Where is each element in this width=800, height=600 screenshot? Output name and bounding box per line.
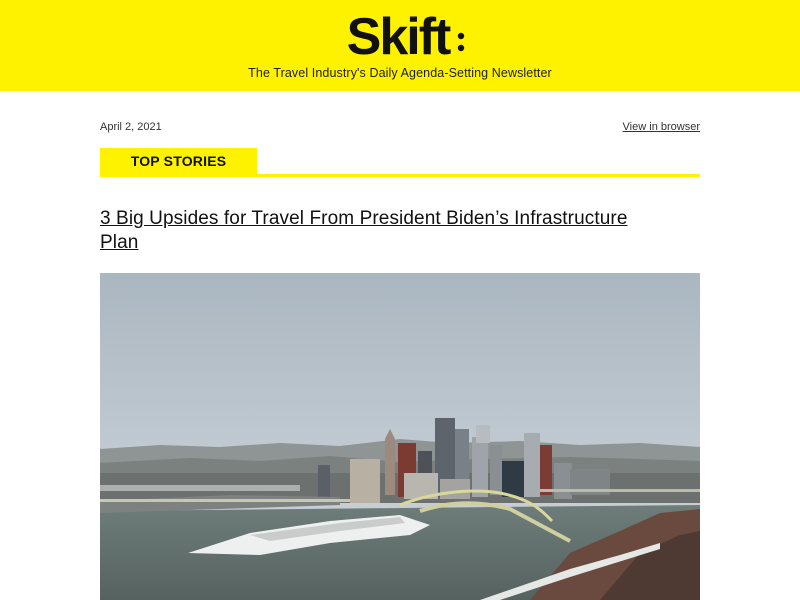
- issue-date: April 2, 2021: [100, 121, 162, 133]
- story-hero-image[interactable]: [100, 273, 700, 600]
- view-in-browser-link[interactable]: View in browser: [623, 121, 700, 133]
- city-skyline-photo: [100, 273, 700, 600]
- section-divider: [100, 174, 700, 177]
- section-label-top-stories: TOP STORIES: [100, 148, 257, 174]
- svg-text:Skift: Skift: [347, 8, 451, 62]
- newsletter-header: Skift The Travel Industry's Daily Agenda…: [0, 0, 800, 91]
- story-headline-link[interactable]: 3 Big Upsides for Travel From President …: [100, 207, 660, 255]
- skift-logo[interactable]: Skift: [0, 4, 800, 62]
- header-tagline: The Travel Industry's Daily Agenda-Setti…: [248, 66, 552, 80]
- section-header: TOP STORIES: [100, 148, 700, 177]
